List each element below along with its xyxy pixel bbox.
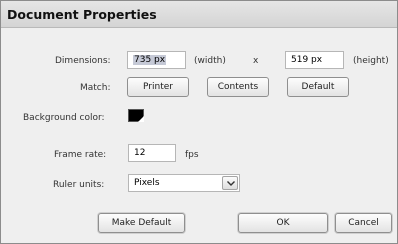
height-suffix: (height) (353, 56, 389, 66)
width-input[interactable]: 735 px (127, 51, 186, 69)
dimensions-label: Dimensions: (55, 56, 111, 66)
chevron-down-icon (227, 181, 235, 186)
title-bar[interactable]: Document Properties (1, 1, 397, 28)
match-default-button[interactable]: Default (287, 77, 349, 97)
match-printer-button[interactable]: Printer (127, 77, 189, 97)
document-properties-dialog: Document Properties Dimensions: 735 px (… (0, 0, 398, 244)
match-label: Match: (80, 83, 111, 93)
width-value: 735 px (133, 55, 167, 65)
ruler-units-select[interactable]: Pixels (128, 174, 240, 192)
frame-rate-label: Frame rate: (54, 150, 107, 160)
swatch-picker-corner-icon (138, 116, 144, 122)
frame-rate-unit: fps (185, 150, 199, 160)
width-suffix: (width) (194, 56, 226, 66)
dimensions-separator: x (253, 56, 259, 66)
cancel-button[interactable]: Cancel (335, 213, 392, 233)
background-color-label: Background color: (23, 113, 105, 123)
background-color-swatch[interactable] (128, 109, 144, 122)
height-input[interactable]: 519 px (285, 51, 344, 69)
ruler-units-label: Ruler units: (53, 180, 105, 190)
ok-button[interactable]: OK (238, 213, 328, 233)
frame-rate-input[interactable]: 12 (128, 144, 176, 162)
make-default-button[interactable]: Make Default (98, 213, 185, 233)
dialog-title: Document Properties (7, 7, 157, 22)
match-contents-button[interactable]: Contents (207, 77, 269, 97)
dropdown-button[interactable] (222, 176, 238, 190)
ruler-units-value: Pixels (134, 178, 160, 188)
